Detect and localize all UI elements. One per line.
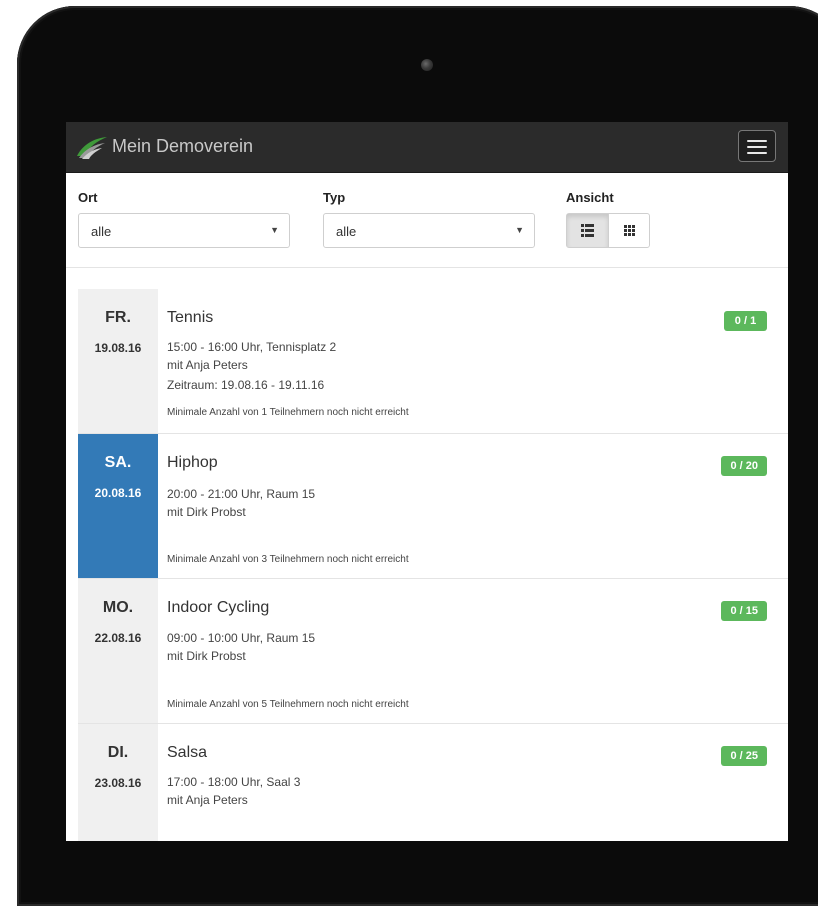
- typ-label: Typ: [323, 190, 346, 205]
- event-title[interactable]: Tennis: [167, 309, 213, 327]
- event-note: Minimale Anzahl von 3 Teilnehmern noch n…: [167, 554, 409, 565]
- event-date: 23.08.16: [94, 776, 142, 790]
- event-trainer: mit Anja Peters: [167, 358, 248, 372]
- brand-name[interactable]: Mein Demoverein: [112, 136, 253, 157]
- event-time-location: 17:00 - 18:00 Uhr, Saal 3: [167, 775, 301, 789]
- ort-label: Ort: [78, 190, 98, 205]
- event-weekday: DI.: [107, 744, 129, 761]
- event-period: Zeitraum: 19.08.16 - 19.11.16: [167, 378, 325, 392]
- typ-select[interactable]: alle ▼: [323, 213, 535, 248]
- ort-select[interactable]: alle ▼: [78, 213, 290, 248]
- event-weekday: SA.: [104, 454, 132, 471]
- camera-lens: [421, 59, 433, 71]
- list-view-icon: [581, 224, 594, 237]
- event-time-location: 20:00 - 21:00 Uhr, Raum 15: [167, 487, 316, 501]
- divider: [66, 267, 788, 268]
- ansicht-label: Ansicht: [566, 190, 614, 205]
- app-screen: Mein Demoverein Ort alle ▼ Typ alle ▼ An…: [66, 122, 788, 841]
- menu-toggle-button[interactable]: [738, 130, 776, 162]
- event-date-column: SA. 20.08.16: [78, 434, 158, 578]
- navbar: Mein Demoverein: [66, 122, 788, 173]
- swoosh-logo-icon[interactable]: [75, 134, 109, 160]
- event-item-tennis[interactable]: FR. 19.08.16 Tennis 15:00 - 16:00 Uhr, T…: [78, 289, 788, 434]
- participants-badge: 0 / 20: [721, 456, 767, 476]
- event-item-hiphop[interactable]: SA. 20.08.16 Hiphop 20:00 - 21:00 Uhr, R…: [78, 434, 788, 579]
- event-date: 20.08.16: [94, 486, 142, 500]
- event-title[interactable]: Indoor Cycling: [167, 599, 269, 617]
- event-date: 19.08.16: [94, 341, 142, 355]
- event-title[interactable]: Salsa: [167, 744, 207, 762]
- participants-badge: 0 / 25: [721, 746, 767, 766]
- event-trainer: mit Dirk Probst: [167, 649, 246, 663]
- event-date-column: DI. 23.08.16: [78, 724, 158, 841]
- event-trainer: mit Anja Peters: [167, 793, 248, 807]
- grid-view-icon: [624, 225, 635, 236]
- event-date: 22.08.16: [94, 631, 142, 645]
- event-item-indoor-cycling[interactable]: MO. 22.08.16 Indoor Cycling 09:00 - 10:0…: [78, 579, 788, 724]
- event-title[interactable]: Hiphop: [167, 454, 218, 472]
- caret-down-icon: ▼: [270, 225, 279, 235]
- event-item-salsa[interactable]: DI. 23.08.16 Salsa 17:00 - 18:00 Uhr, Sa…: [78, 724, 788, 841]
- grid-view-button[interactable]: [609, 214, 650, 247]
- caret-down-icon: ▼: [515, 225, 524, 235]
- event-date-column: MO. 22.08.16: [78, 579, 158, 723]
- typ-select-value: alle: [336, 224, 357, 239]
- event-time-location: 15:00 - 16:00 Uhr, Tennisplatz 2: [167, 340, 337, 354]
- participants-badge: 0 / 1: [724, 311, 767, 331]
- event-time-location: 09:00 - 10:00 Uhr, Raum 15: [167, 631, 316, 645]
- event-note: Minimale Anzahl von 1 Teilnehmern noch n…: [167, 407, 409, 418]
- participants-badge: 0 / 15: [721, 601, 767, 621]
- list-view-button[interactable]: [567, 214, 609, 247]
- event-note: Minimale Anzahl von 5 Teilnehmern noch n…: [167, 699, 409, 710]
- event-date-column: FR. 19.08.16: [78, 289, 158, 433]
- event-trainer: mit Dirk Probst: [167, 505, 246, 519]
- view-toggle: [566, 213, 650, 248]
- event-weekday: FR.: [105, 309, 131, 326]
- ort-select-value: alle: [91, 224, 112, 239]
- event-weekday: MO.: [102, 599, 134, 616]
